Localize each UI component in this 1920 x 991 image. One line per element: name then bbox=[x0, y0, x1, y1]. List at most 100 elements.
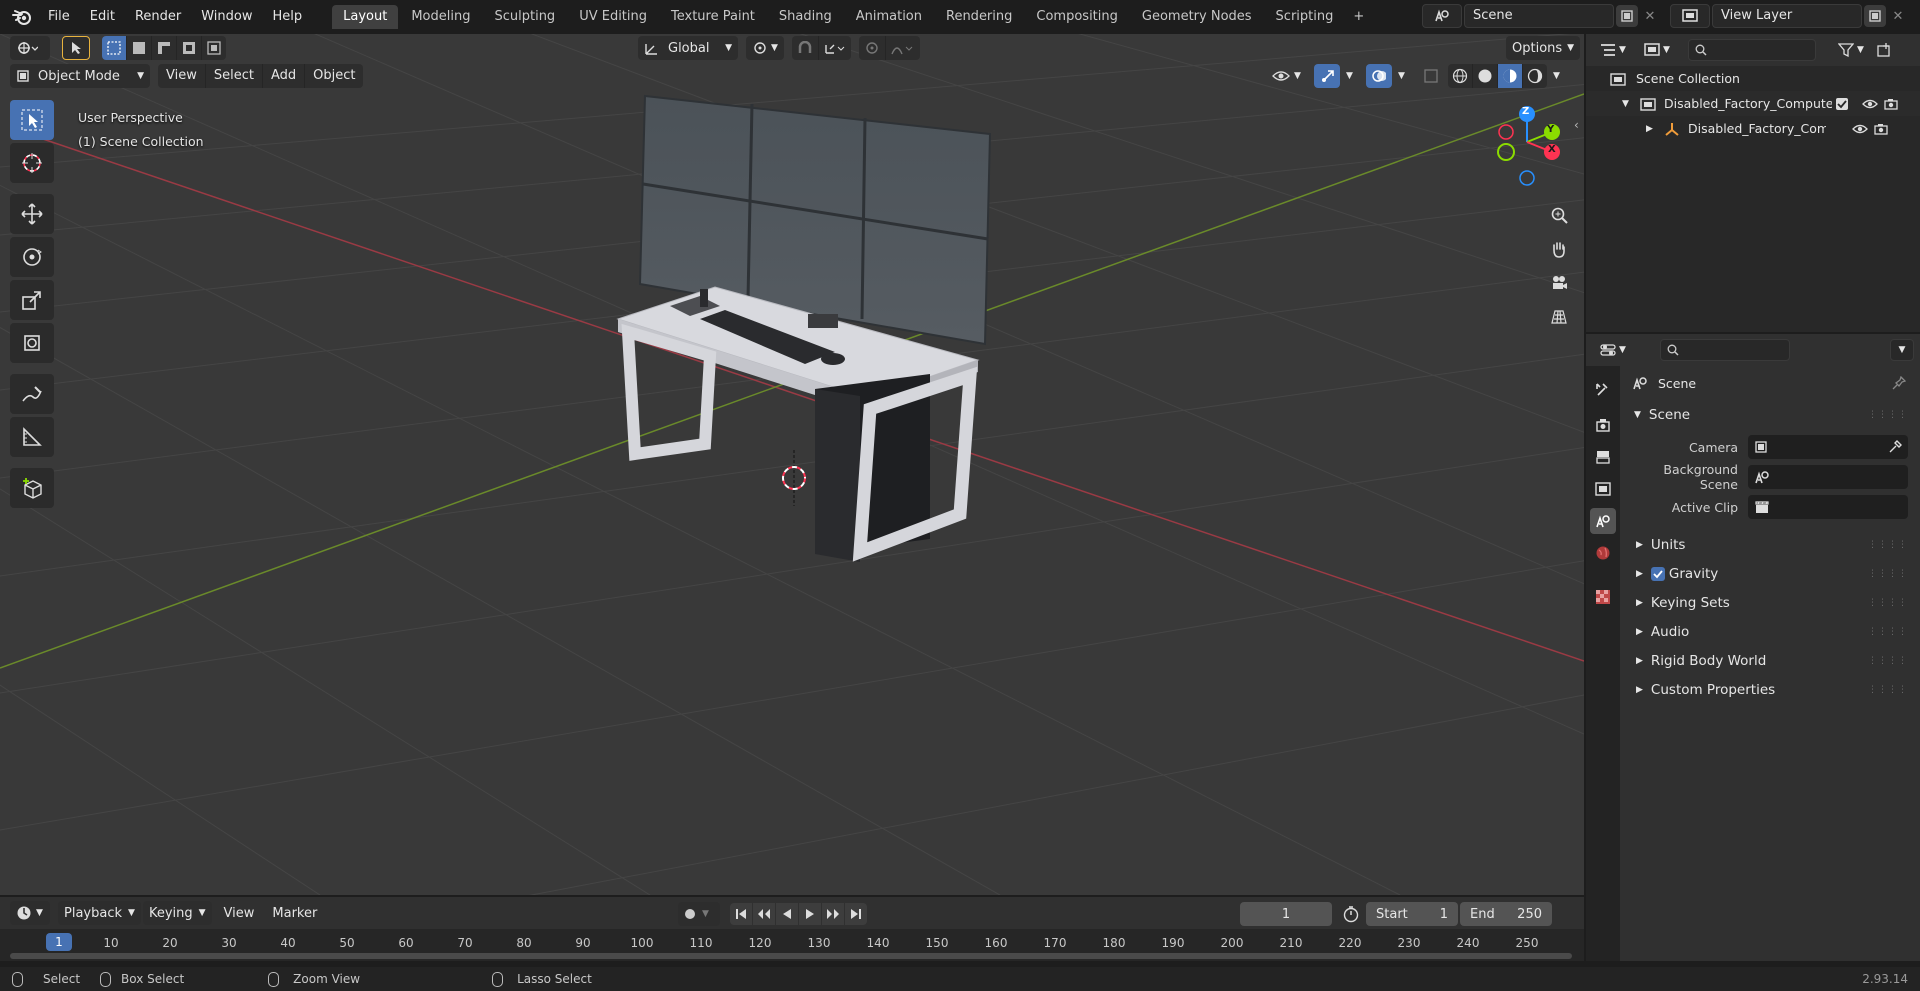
3d-viewport[interactable]: Global ▼ ▼ Options ▼ Object Mode ▼ View … bbox=[0, 34, 1584, 895]
scene-browse-button[interactable] bbox=[1422, 4, 1462, 28]
tab-modeling[interactable]: Modeling bbox=[400, 5, 481, 29]
orientation-dropdown[interactable]: Global ▼ bbox=[638, 36, 738, 60]
tab-animation[interactable]: Animation bbox=[845, 5, 933, 29]
eye-icon[interactable] bbox=[1852, 123, 1868, 135]
menu-view[interactable]: View bbox=[158, 64, 206, 88]
editor-type-button[interactable] bbox=[10, 36, 50, 60]
move-tool-icon[interactable] bbox=[10, 194, 54, 234]
timeline-scrollbar[interactable] bbox=[10, 953, 1572, 959]
rotate-tool-icon[interactable] bbox=[10, 237, 54, 277]
tab-texture-paint[interactable]: Texture Paint bbox=[660, 5, 766, 29]
drag-handle-icon[interactable]: ⋮⋮⋮⋮ bbox=[1868, 410, 1908, 420]
outliner-search-input[interactable] bbox=[1688, 39, 1816, 61]
tab-layout[interactable]: Layout bbox=[332, 5, 399, 29]
display-mode-dropdown[interactable]: ▼ bbox=[1644, 43, 1678, 57]
eyedropper-icon[interactable] bbox=[1888, 440, 1902, 454]
auto-keying-toggle[interactable]: ▼ bbox=[678, 902, 720, 926]
options-dropdown[interactable]: Options ▼ bbox=[1506, 36, 1580, 60]
camera-field[interactable] bbox=[1748, 435, 1908, 459]
tab-rendering[interactable]: Rendering bbox=[935, 5, 1023, 29]
output-tab-icon[interactable] bbox=[1590, 444, 1616, 470]
custom-properties-panel-header[interactable]: ▶ Custom Properties ⋮⋮⋮⋮ bbox=[1626, 675, 1914, 704]
select-invert-icon[interactable] bbox=[177, 36, 202, 60]
rendered-shading-icon[interactable] bbox=[1523, 64, 1547, 88]
drag-handle-icon[interactable]: ⋮⋮⋮⋮ bbox=[1868, 540, 1908, 550]
eye-icon[interactable] bbox=[1862, 98, 1878, 110]
delete-scene-icon[interactable]: ✕ bbox=[1640, 9, 1660, 24]
snap-toggle-icon[interactable] bbox=[792, 36, 819, 60]
snap-target-dropdown[interactable] bbox=[819, 36, 851, 60]
disclosure-triangle-icon[interactable]: ▼ bbox=[1622, 99, 1636, 109]
new-scene-icon[interactable] bbox=[1616, 5, 1638, 27]
shading-dropdown[interactable]: ▼ bbox=[1547, 64, 1565, 88]
viewport-scene[interactable] bbox=[0, 34, 1584, 895]
select-box-tool-icon[interactable] bbox=[10, 100, 54, 140]
stopwatch-icon[interactable] bbox=[1342, 905, 1360, 923]
view-layer-tab-icon[interactable] bbox=[1590, 476, 1616, 502]
texture-tab-icon[interactable] bbox=[1590, 584, 1616, 610]
background-scene-field[interactable] bbox=[1748, 465, 1908, 489]
scene-name-field[interactable]: Scene bbox=[1464, 4, 1614, 28]
select-subtract-icon[interactable] bbox=[152, 36, 177, 60]
gravity-checkbox[interactable] bbox=[1650, 566, 1665, 581]
next-keyframe-icon[interactable] bbox=[822, 903, 844, 925]
visibility-dropdown[interactable]: ▼ bbox=[1266, 64, 1308, 88]
start-frame-field[interactable]: Start 1 bbox=[1366, 902, 1458, 926]
prev-keyframe-icon[interactable] bbox=[753, 903, 775, 925]
rigid-body-world-panel-header[interactable]: ▶ Rigid Body World ⋮⋮⋮⋮ bbox=[1626, 646, 1914, 675]
tab-uv-editing[interactable]: UV Editing bbox=[568, 5, 658, 29]
select-new-icon[interactable] bbox=[102, 36, 127, 60]
wireframe-shading-icon[interactable] bbox=[1448, 64, 1473, 88]
exclude-checkbox[interactable] bbox=[1836, 97, 1848, 110]
render-tab-icon[interactable] bbox=[1590, 412, 1616, 438]
timeline-editor-type[interactable]: ▼ bbox=[10, 901, 50, 925]
scale-tool-icon[interactable] bbox=[10, 280, 54, 320]
pin-icon[interactable] bbox=[1892, 376, 1906, 390]
select-extend-icon[interactable] bbox=[127, 36, 152, 60]
play-icon[interactable] bbox=[799, 903, 821, 925]
view-layer-name-field[interactable]: View Layer bbox=[1712, 4, 1862, 28]
drag-handle-icon[interactable]: ⋮⋮⋮⋮ bbox=[1868, 569, 1908, 579]
render-camera-icon[interactable] bbox=[1874, 123, 1888, 135]
overlays-toggle-icon[interactable] bbox=[1366, 64, 1392, 88]
world-tab-icon[interactable] bbox=[1590, 540, 1616, 566]
falloff-dropdown[interactable] bbox=[886, 36, 920, 60]
tool-tab-icon[interactable] bbox=[1590, 376, 1616, 402]
disclosure-triangle-icon[interactable]: ▶ bbox=[1646, 124, 1660, 134]
current-frame-field[interactable]: 1 bbox=[1240, 902, 1332, 926]
gizmo-dropdown[interactable]: ▼ bbox=[1340, 64, 1358, 88]
proportional-edit-icon[interactable] bbox=[859, 36, 886, 60]
play-reverse-icon[interactable] bbox=[776, 903, 798, 925]
zoom-icon[interactable] bbox=[1544, 200, 1574, 230]
timeline-ruler[interactable]: 1 10 20 30 40 50 60 70 80 90 100 110 120 130 140 150 16… bbox=[0, 929, 1584, 961]
material-preview-icon[interactable] bbox=[1498, 64, 1523, 88]
keying-sets-panel-header[interactable]: ▶ Keying Sets ⋮⋮⋮⋮ bbox=[1626, 588, 1914, 617]
annotate-tool-icon[interactable] bbox=[10, 374, 54, 414]
new-view-layer-icon[interactable] bbox=[1864, 5, 1886, 27]
timeline-menu-view[interactable]: View bbox=[214, 901, 265, 925]
tab-scripting[interactable]: Scripting bbox=[1265, 5, 1345, 29]
menu-object[interactable]: Object bbox=[305, 64, 363, 88]
perspective-toggle-icon[interactable] bbox=[1544, 302, 1574, 332]
tab-compositing[interactable]: Compositing bbox=[1025, 5, 1129, 29]
drag-handle-icon[interactable]: ⋮⋮⋮⋮ bbox=[1868, 598, 1908, 608]
add-workspace-icon[interactable]: + bbox=[1346, 5, 1371, 29]
properties-editor-type[interactable]: ▼ bbox=[1600, 343, 1634, 357]
drag-handle-icon[interactable]: ⋮⋮⋮⋮ bbox=[1868, 656, 1908, 666]
scene-tab-icon[interactable] bbox=[1590, 508, 1616, 534]
tab-shading[interactable]: Shading bbox=[768, 5, 843, 29]
audio-panel-header[interactable]: ▶ Audio ⋮⋮⋮⋮ bbox=[1626, 617, 1914, 646]
scene-panel-header[interactable]: ▼ Scene ⋮⋮⋮⋮ bbox=[1626, 400, 1914, 430]
gravity-panel-header[interactable]: ▶ Gravity ⋮⋮⋮⋮ bbox=[1626, 559, 1914, 588]
jump-end-icon[interactable] bbox=[845, 903, 867, 925]
cursor-tool-icon[interactable] bbox=[10, 143, 54, 183]
measure-tool-icon[interactable] bbox=[10, 417, 54, 457]
render-camera-icon[interactable] bbox=[1884, 98, 1898, 110]
playhead[interactable]: 1 bbox=[46, 933, 72, 951]
drag-handle-icon[interactable]: ⋮⋮⋮⋮ bbox=[1868, 685, 1908, 695]
units-panel-header[interactable]: ▶ Units ⋮⋮⋮⋮ bbox=[1626, 530, 1914, 559]
collapse-sidebar-icon[interactable]: ‹ bbox=[1574, 118, 1579, 132]
menu-edit[interactable]: Edit bbox=[80, 0, 125, 34]
select-intersect-icon[interactable] bbox=[202, 36, 226, 60]
menu-render[interactable]: Render bbox=[125, 0, 191, 34]
